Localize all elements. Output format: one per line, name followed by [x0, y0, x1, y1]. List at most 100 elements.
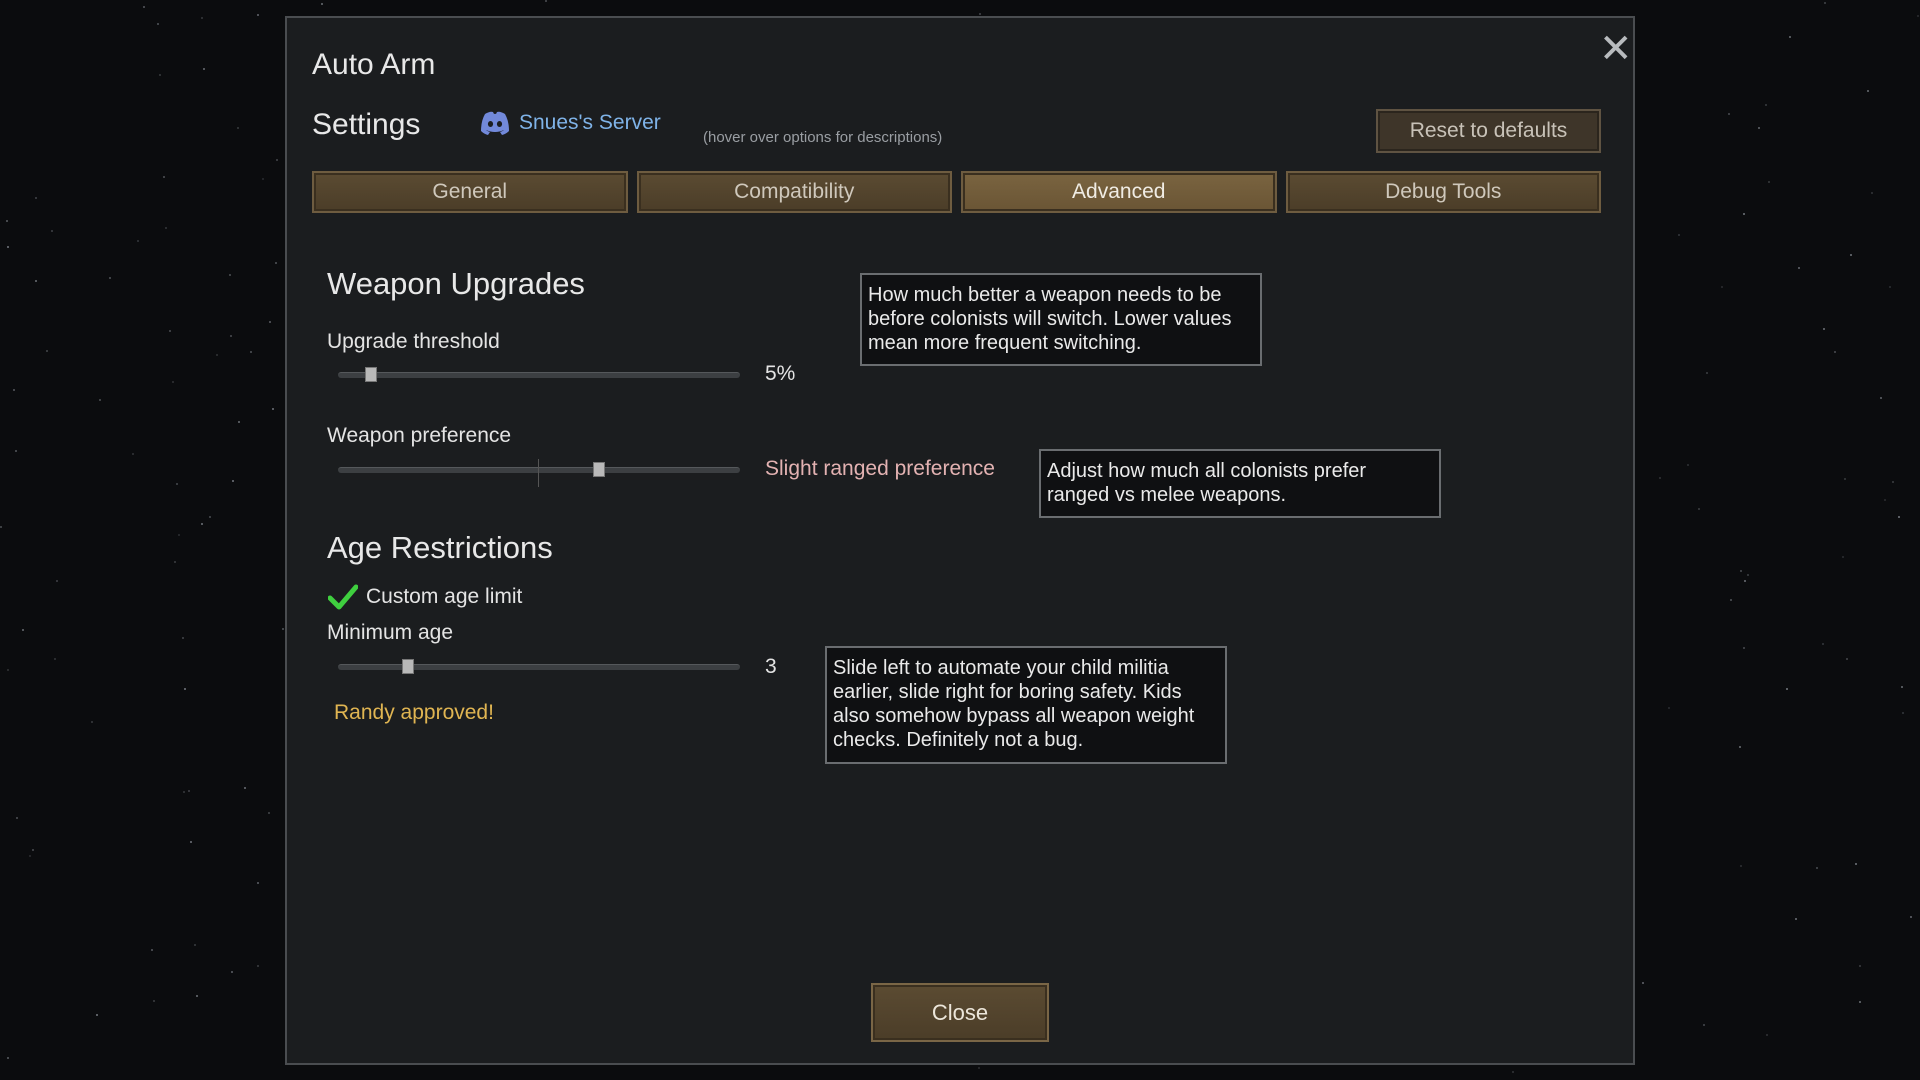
- reset-to-defaults-button[interactable]: Reset to defaults: [1376, 109, 1601, 153]
- star: [1511, 1070, 1514, 1073]
- star: [1747, 573, 1750, 576]
- star: [109, 277, 111, 280]
- star: [1795, 918, 1798, 921]
- minimum-age-label: Minimum age: [327, 621, 454, 644]
- star: [188, 790, 191, 793]
- star: [96, 1014, 99, 1017]
- star: [256, 964, 259, 967]
- slider-handle[interactable]: [592, 462, 605, 477]
- star: [1859, 1001, 1862, 1003]
- star: [237, 127, 240, 130]
- minimum-age-slider[interactable]: [338, 656, 740, 678]
- custom-age-limit-checkbox[interactable]: Custom age limit: [328, 583, 522, 611]
- star: [281, 627, 284, 630]
- star: [1888, 285, 1891, 288]
- star: [184, 687, 187, 690]
- star: [183, 791, 185, 794]
- star: [165, 227, 168, 230]
- star: [14, 450, 17, 453]
- star: [53, 657, 56, 660]
- star: [90, 721, 93, 724]
- star: [1765, 1034, 1768, 1037]
- star: [230, 970, 233, 973]
- star: [262, 177, 265, 180]
- slider-handle[interactable]: [402, 659, 415, 674]
- slider-track: [338, 467, 740, 473]
- star: [190, 841, 193, 844]
- star: [320, 3, 323, 6]
- star: [268, 811, 271, 814]
- star: [1844, 477, 1847, 480]
- star: [1668, 706, 1671, 709]
- slider-center-mark: [538, 459, 539, 487]
- star: [1720, 285, 1723, 288]
- star: [1822, 327, 1825, 330]
- star: [1728, 113, 1731, 116]
- star: [194, 943, 197, 946]
- slider-handle[interactable]: [364, 367, 377, 382]
- upgrade-threshold-slider[interactable]: [338, 364, 740, 386]
- star: [1900, 685, 1903, 688]
- weapon-upgrades-heading: Weapon Upgrades: [327, 266, 585, 301]
- star: [152, 1000, 155, 1003]
- star: [1842, 555, 1845, 558]
- discord-link[interactable]: Snues's Server: [479, 110, 661, 136]
- star: [544, 0, 547, 3]
- star: [157, 22, 160, 25]
- star: [1846, 657, 1849, 660]
- weapon-preference-slider[interactable]: [338, 459, 740, 487]
- star: [1910, 916, 1913, 919]
- discord-server-label[interactable]: Snues's Server: [519, 111, 661, 135]
- discord-icon: [481, 111, 509, 135]
- star: [1742, 647, 1745, 650]
- star: [1871, 191, 1874, 194]
- weapon-preference-value: Slight ranged preference: [765, 457, 995, 480]
- close-icon[interactable]: ✕: [1599, 29, 1633, 69]
- star: [1744, 579, 1747, 582]
- star: [1849, 254, 1852, 257]
- star: [1892, 481, 1895, 484]
- star: [1641, 981, 1644, 984]
- checkmark-icon: [328, 584, 358, 610]
- tab-debug-tools[interactable]: Debug Tools: [1285, 171, 1601, 213]
- star: [256, 13, 259, 16]
- close-button[interactable]: Close: [871, 983, 1049, 1042]
- star: [1854, 862, 1857, 865]
- star: [244, 786, 247, 789]
- tab-bar: General Compatibility Advanced Debug Too…: [312, 171, 1601, 213]
- star: [979, 12, 982, 15]
- star: [55, 579, 58, 582]
- tab-general[interactable]: General: [312, 171, 628, 213]
- star: [29, 854, 32, 857]
- star: [1764, 104, 1767, 107]
- star: [50, 229, 53, 232]
- tab-advanced[interactable]: Advanced: [961, 171, 1277, 213]
- star: [1816, 866, 1819, 869]
- tab-compatibility[interactable]: Compatibility: [636, 171, 952, 213]
- star: [276, 158, 279, 161]
- star: [1833, 350, 1836, 353]
- star: [1767, 181, 1770, 184]
- star: [1742, 213, 1745, 216]
- star: [1917, 15, 1920, 18]
- minimum-age-value: 3: [765, 655, 777, 678]
- star: [202, 68, 205, 71]
- star: [978, 1066, 981, 1069]
- star: [6, 245, 9, 248]
- star: [13, 388, 16, 391]
- star: [181, 636, 184, 639]
- star: [131, 452, 134, 455]
- star: [1897, 516, 1900, 519]
- star: [7, 669, 10, 672]
- star: [1823, 1, 1826, 4]
- star: [216, 354, 219, 357]
- star: [142, 5, 145, 8]
- star: [46, 349, 49, 352]
- star: [271, 408, 274, 410]
- custom-age-limit-label: Custom age limit: [366, 585, 523, 608]
- star: [275, 262, 278, 265]
- star: [7, 1056, 10, 1059]
- star: [169, 329, 172, 332]
- star: [237, 421, 240, 424]
- settings-heading: Settings: [312, 108, 421, 141]
